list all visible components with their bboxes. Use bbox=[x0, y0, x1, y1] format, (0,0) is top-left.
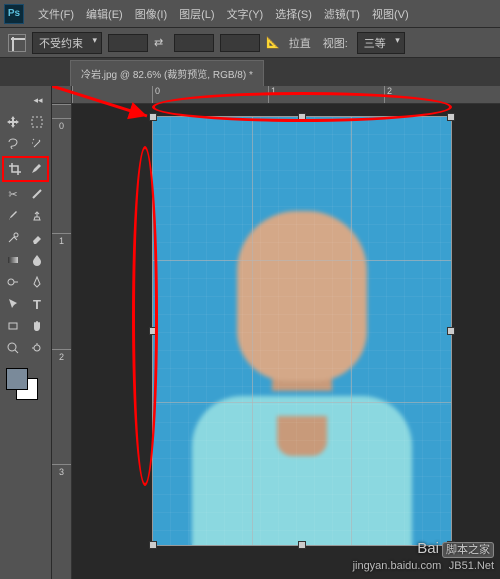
zoom-tool[interactable] bbox=[2, 338, 24, 358]
eyedropper-tool[interactable] bbox=[27, 159, 47, 179]
healing-brush-tool[interactable] bbox=[26, 184, 48, 204]
rotate-view-tool[interactable] bbox=[26, 338, 48, 358]
magic-wand-tool[interactable] bbox=[26, 134, 48, 154]
color-swatches[interactable] bbox=[2, 368, 49, 404]
ruler-h-tick: 1 bbox=[268, 86, 384, 103]
crop-overlay[interactable] bbox=[152, 116, 452, 546]
tools-panel: ◂◂ ✂ bbox=[0, 86, 52, 579]
crop-resolution-input[interactable] bbox=[220, 34, 260, 52]
swap-dimensions-icon[interactable]: ⇄ bbox=[154, 36, 168, 50]
pen-tool[interactable] bbox=[26, 272, 48, 292]
options-bar: 不受约束 ⇄ 📐 拉直 视图: 三等 bbox=[0, 28, 500, 58]
menu-select[interactable]: 选择(S) bbox=[269, 6, 318, 22]
aspect-ratio-dropdown[interactable]: 不受约束 bbox=[32, 32, 102, 54]
dodge-tool[interactable] bbox=[2, 272, 24, 292]
crop-tool[interactable] bbox=[5, 159, 25, 179]
menu-layer[interactable]: 图层(L) bbox=[173, 6, 220, 22]
ruler-h-tick: 0 bbox=[152, 86, 268, 103]
crop-handle-e[interactable] bbox=[447, 327, 455, 335]
slice-tool[interactable]: ✂ bbox=[2, 184, 24, 204]
ruler-v-tick: 1 bbox=[52, 233, 71, 348]
clone-stamp-tool[interactable] bbox=[26, 206, 48, 226]
ruler-v-tick: 2 bbox=[52, 349, 71, 464]
menu-filter[interactable]: 滤镜(T) bbox=[318, 6, 366, 22]
ruler-v-tick: 0 bbox=[52, 118, 71, 233]
crop-tool-highlight bbox=[2, 156, 49, 182]
gradient-tool[interactable] bbox=[2, 250, 24, 270]
path-selection-tool[interactable] bbox=[2, 294, 24, 314]
crop-handle-n[interactable] bbox=[298, 113, 306, 121]
menu-file[interactable]: 文件(F) bbox=[32, 6, 80, 22]
menu-type[interactable]: 文字(Y) bbox=[221, 6, 270, 22]
type-tool[interactable]: T bbox=[26, 294, 48, 314]
crop-handle-s[interactable] bbox=[298, 541, 306, 549]
ruler-origin[interactable] bbox=[52, 86, 72, 104]
ruler-vertical[interactable]: 0 1 2 3 bbox=[52, 104, 72, 579]
eraser-tool[interactable] bbox=[26, 228, 48, 248]
crop-handle-nw[interactable] bbox=[149, 113, 157, 121]
hand-tool[interactable] bbox=[26, 316, 48, 336]
crop-handle-w[interactable] bbox=[149, 327, 157, 335]
document-tab-bar: 冷岩.jpg @ 82.6% (裁剪预览, RGB/8) * bbox=[0, 58, 500, 86]
rectangle-tool[interactable] bbox=[2, 316, 24, 336]
ruler-v-tick: 3 bbox=[52, 464, 71, 579]
document-canvas[interactable] bbox=[152, 116, 452, 546]
canvas-area[interactable]: 0 1 2 0 1 2 3 bbox=[52, 86, 500, 579]
document-tab[interactable]: 冷岩.jpg @ 82.6% (裁剪预览, RGB/8) * bbox=[70, 60, 264, 86]
move-tool[interactable] bbox=[2, 112, 24, 132]
menu-edit[interactable]: 编辑(E) bbox=[80, 6, 129, 22]
lasso-tool[interactable] bbox=[2, 134, 24, 154]
history-brush-tool[interactable] bbox=[2, 228, 24, 248]
overlay-grid-dropdown[interactable]: 三等 bbox=[357, 32, 405, 54]
blur-tool[interactable] bbox=[26, 250, 48, 270]
menu-bar: Ps 文件(F) 编辑(E) 图像(I) 图层(L) 文字(Y) 选择(S) 滤… bbox=[0, 0, 500, 28]
crop-height-input[interactable] bbox=[174, 34, 214, 52]
marquee-tool[interactable] bbox=[26, 112, 48, 132]
ruler-h-tick: 2 bbox=[384, 86, 500, 103]
brush-tool[interactable] bbox=[2, 206, 24, 226]
ruler-horizontal[interactable]: 0 1 2 bbox=[72, 86, 500, 104]
view-label: 视图: bbox=[320, 35, 351, 51]
app-logo: Ps bbox=[4, 4, 24, 24]
crop-tool-indicator-icon bbox=[8, 34, 26, 52]
menu-view[interactable]: 视图(V) bbox=[366, 6, 415, 22]
watermark: Bai 脚本之家 jingyan.baidu.com JB51.Net bbox=[353, 539, 494, 573]
crop-handle-ne[interactable] bbox=[447, 113, 455, 121]
workspace: ◂◂ ✂ bbox=[0, 86, 500, 579]
collapse-toolbar-icon[interactable]: ◂◂ bbox=[27, 90, 49, 110]
foreground-color-swatch[interactable] bbox=[6, 368, 28, 390]
crop-handle-sw[interactable] bbox=[149, 541, 157, 549]
straighten-label: 拉直 bbox=[286, 35, 314, 51]
crop-width-input[interactable] bbox=[108, 34, 148, 52]
straighten-icon[interactable]: 📐 bbox=[266, 36, 280, 49]
menu-image[interactable]: 图像(I) bbox=[129, 6, 173, 22]
